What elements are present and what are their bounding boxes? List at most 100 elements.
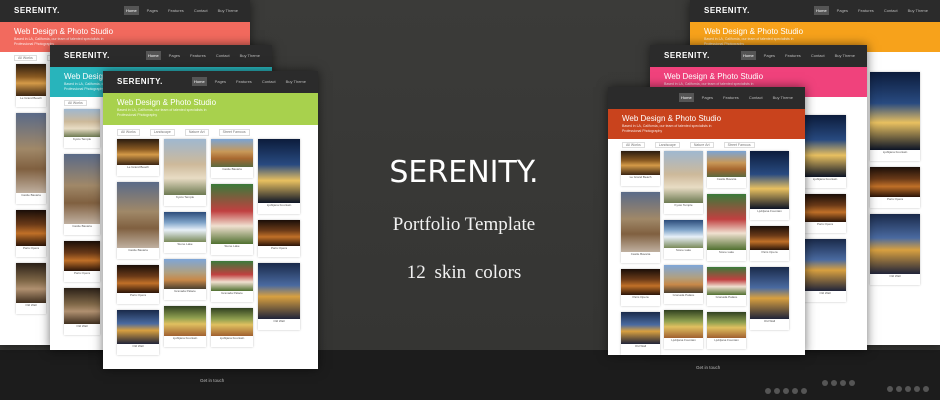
thumb: Castle Bavaria [211,139,253,178]
thumb-caption: Ljubljana Fountain [714,338,739,342]
thumb: Le Grand Beach [621,151,660,186]
thumb-caption: Ljubljana Fountain [219,336,245,340]
thumb-column: Le Grand Beach Castle Bavaria Paris Oper… [621,151,660,355]
menu-features: Features [858,8,874,13]
filter-all: All Works [117,129,140,136]
thumb: Old Wall [16,263,46,314]
filter-street: Street Famous [218,129,250,136]
preview-menu: Home Pages Features Contact Buy Theme [146,51,262,60]
menu-buy: Buy Theme [285,79,306,84]
menu-home: Home [146,51,161,60]
thumb-caption: Stone Lake [177,242,193,246]
preview-nav: Home Pages Features Contact Buy Theme [608,87,805,109]
menu-buy: Buy Theme [834,53,855,58]
thumb: Castle Bavaria [707,151,746,188]
thumb: Old Wall [870,214,920,285]
brand-title: SERENITY. [389,155,539,190]
preview-logo: SERENITY. [64,51,110,60]
preview-menu: Home Pages Features Contact Buy Theme [741,51,857,60]
headline-block: SERENITY. Portfolio Template 12 skin col… [320,0,608,400]
social-icon [840,380,846,386]
thumb-caption: Old Wall [889,274,901,278]
menu-home: Home [124,6,139,15]
skin-count: 12 skin colors [406,262,522,283]
thumb-caption: Granada Palace [174,289,196,293]
thumb-caption: Kyoto Temple [72,137,92,141]
menu-pages: Pages [168,53,181,58]
social-icon [801,388,807,394]
filter-street: Street Famous [723,142,755,148]
thumb-caption: Stone Lake [718,250,735,254]
thumb: Paris Opera [750,226,789,261]
thumb: Ljubljana Fountain [870,72,920,161]
menu-buy: Buy Theme [217,8,238,13]
thumb: Old Wall [804,239,846,302]
thumb: Ljubljana Fountain [258,139,300,214]
footer-get-in-touch: Get in touch [200,378,225,383]
thumb-caption: Castle Bavaria [128,248,148,252]
thumb: Granada Palace [707,267,746,306]
banner-title: Web Design & Photo Studio [704,27,804,36]
banner-subtitle: Based in LA, California, our team of tal… [622,124,712,133]
menu-home: Home [192,77,207,86]
thumb: Stone Lake [164,212,206,253]
social-icon [905,386,911,392]
social-icons [887,386,929,392]
thumb: Old Wall [621,312,660,355]
thumb-column: Le Grand Beach Castle Bavaria Paris Oper… [16,64,46,314]
thumb-column: Castle Bavaria Stone Lake Granada Palace… [211,139,253,355]
thumb: Stone Lake [664,220,703,259]
thumb: Paris Opera [64,241,100,282]
thumb: Le Grand Beach [16,64,46,107]
banner-subtitle: Based in LA, California, our team of tal… [117,108,207,117]
social-icon [896,386,902,392]
preview-banner: Web Design & Photo Studio Based in LA, C… [103,93,318,125]
menu-contact: Contact [748,95,763,100]
social-icon [783,388,789,394]
thumb: Castle Bavaria [117,182,159,259]
social-icon [923,386,929,392]
thumb-caption: Le Grand Beach [20,96,42,100]
preview-rust: Home Pages Features Contact Buy Theme We… [608,87,805,355]
filter-bar: All Works Landscape Nature Art Street Fa… [608,139,805,151]
preview-nav: SERENITY. Home Pages Features Contact Bu… [690,0,940,22]
preview-lime: SERENITY. Home Pages Features Contact Bu… [103,71,318,369]
thumb: Kyoto Temple [164,139,206,206]
menu-buy: Buy Theme [907,8,928,13]
thumb-column: Ljubljana Fountain Paris Opera Old Wall [870,72,920,285]
thumb-column: Castle Bavaria Stone Lake Granada Palace… [707,151,746,355]
thumb-column: Kyoto Temple Stone Lake Granada Palace L… [664,151,703,355]
thumb-caption: Old Wall [819,291,831,295]
preview-logo: SERENITY. [704,6,750,15]
thumb-grid: Le Grand Beach Castle Bavaria Paris Oper… [103,139,318,355]
thumb: Stone Lake [211,184,253,255]
thumb-caption: Castle Bavaria [630,252,651,256]
thumb-caption: Ljubljana Fountain [172,336,198,340]
preview-menu: Home Pages Features Contact Buy Theme [124,6,240,15]
banner-title: Web Design & Photo Studio [622,114,722,123]
thumb-caption: Paris Opera [761,250,778,254]
menu-features: Features [236,79,252,84]
thumb-caption: Stone Lake [675,248,692,252]
thumb-caption: Old Wall [132,344,144,348]
filter-bar: All Works Landscape Nature Art Street Fa… [103,125,318,139]
thumb: Castle Bavaria [16,113,46,204]
thumb-column: Ljubljana Fountain Paris Opera Old Wall [258,139,300,355]
footer-get-in-touch: Get in touch [696,365,721,370]
social-icon [765,388,771,394]
thumb-column: Ljubljana Fountain Paris Opera Old Wall [804,115,846,302]
menu-contact: Contact [261,79,276,84]
preview-menu: Home Pages Features Contact Buy Theme [192,77,308,86]
preview-logo: SERENITY. [14,6,60,15]
thumb-caption: Ljubljana Fountain [266,203,292,207]
thumb-caption: Castle Bavaria [21,193,41,197]
thumb: Ljubljana Fountain [211,308,253,347]
thumb-caption: Le Grand Beach [629,175,652,179]
menu-contact: Contact [810,53,825,58]
preview-banner: Web Design & Photo Studio Based in LA, C… [608,109,805,139]
thumb-column: Kyoto Temple Castle Bavaria Paris Opera … [64,109,100,335]
thumb-column: Kyoto Temple Stone Lake Granada Palace L… [164,139,206,355]
thumb-caption: Old Wall [634,344,647,348]
preview-nav: SERENITY. Home Pages Features Contact Bu… [0,0,250,22]
banner-title: Web Design & Photo Studio [117,98,217,107]
